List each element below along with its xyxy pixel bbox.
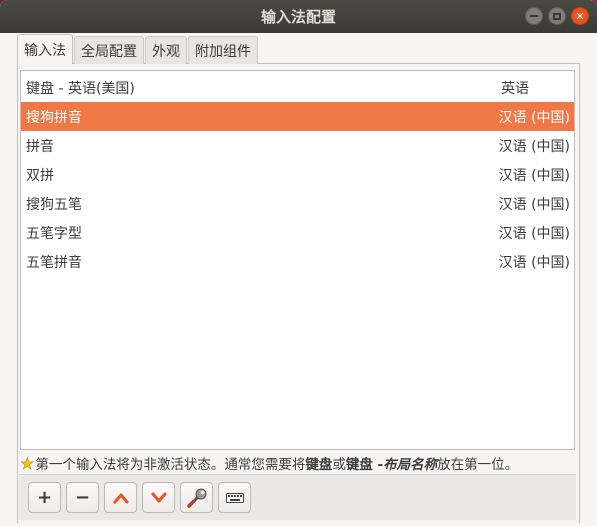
tab-input-method[interactable]: 输入法 <box>17 34 73 64</box>
list-item-selected[interactable]: 搜狗拼音 汉语 (中国) <box>21 102 574 131</box>
minimize-button[interactable] <box>525 7 543 25</box>
input-method-name: 拼音 <box>26 138 54 155</box>
input-method-language: 英语 <box>501 80 529 97</box>
hint-bold-keyboard-layout: 键盘 - <box>345 457 384 473</box>
list-item[interactable]: 五笔拼音 汉语 (中国) <box>21 247 574 276</box>
input-method-list[interactable]: 键盘 - 英语(美国) 英语 搜狗拼音 汉语 (中国) 拼音 汉语 (中国) 双… <box>20 70 575 450</box>
add-button[interactable]: + <box>28 482 61 513</box>
hint-part1: 第一个输入法将为非激活状态。通常您需要将 <box>35 457 306 473</box>
input-method-name: 五笔拼音 <box>26 254 82 271</box>
hint-text: ★ 第一个输入法将为非激活状态。通常您需要将 键盘 或 键盘 - 布局名称 放在… <box>20 452 580 474</box>
minimize-icon <box>530 15 538 17</box>
star-icon: ★ <box>20 453 35 473</box>
list-item[interactable]: 搜狗五笔 汉语 (中国) <box>21 189 574 218</box>
input-method-name: 双拼 <box>26 167 54 184</box>
configure-button[interactable] <box>180 482 213 513</box>
close-icon: ✕ <box>575 9 585 23</box>
tab-addons[interactable]: 附加组件 <box>188 36 258 64</box>
maximize-button[interactable] <box>548 7 566 25</box>
input-method-name: 五笔字型 <box>26 225 82 242</box>
remove-button[interactable]: − <box>66 482 99 513</box>
tab-global-config[interactable]: 全局配置 <box>74 36 144 64</box>
title-bar[interactable]: 输入法配置 ✕ <box>0 0 597 33</box>
keyboard-icon <box>225 492 244 503</box>
hint-part3: 放在第一位。 <box>437 457 519 473</box>
input-method-name: 搜狗五笔 <box>26 196 82 213</box>
maximize-icon <box>553 12 561 20</box>
input-method-language: 汉语 (中国) <box>498 225 570 242</box>
input-method-language: 汉语 (中国) <box>498 254 570 271</box>
list-item[interactable]: 五笔字型 汉语 (中国) <box>21 218 574 247</box>
chevron-up-icon <box>113 493 128 503</box>
input-method-language: 汉语 (中国) <box>498 109 570 126</box>
hint-italic-layout-name: 布局名称 <box>383 457 438 473</box>
list-item[interactable]: 双拼 汉语 (中国) <box>21 160 574 189</box>
list-item[interactable]: 拼音 汉语 (中国) <box>21 131 574 160</box>
chevron-down-icon <box>151 492 166 502</box>
input-method-language: 汉语 (中国) <box>498 167 570 184</box>
list-item[interactable]: 键盘 - 英语(美国) 英语 <box>21 73 574 102</box>
hint-bold-keyboard: 键盘 <box>305 457 333 473</box>
list-toolbar: + − <box>19 474 576 520</box>
tab-appearance[interactable]: 外观 <box>145 36 187 64</box>
move-up-button[interactable] <box>104 482 137 513</box>
input-method-name: 键盘 - 英语(美国) <box>26 80 135 97</box>
input-method-language: 汉语 (中国) <box>498 138 570 155</box>
keyboard-layout-button[interactable] <box>218 482 251 513</box>
input-method-name: 搜狗拼音 <box>26 109 82 126</box>
input-method-language: 汉语 (中国) <box>498 196 570 213</box>
window-controls: ✕ <box>525 7 589 25</box>
move-down-button[interactable] <box>142 482 175 513</box>
window-title: 输入法配置 <box>260 8 336 26</box>
configure-icon <box>186 488 206 508</box>
close-button[interactable]: ✕ <box>571 7 589 25</box>
input-method-config-window: 输入法配置 ✕ 输入法 全局配置 外观 附加组件 键盘 - 英语(美国) 英语 … <box>0 0 597 526</box>
hint-part2: 或 <box>332 457 346 473</box>
tab-bar: 输入法 全局配置 外观 附加组件 <box>17 34 258 64</box>
